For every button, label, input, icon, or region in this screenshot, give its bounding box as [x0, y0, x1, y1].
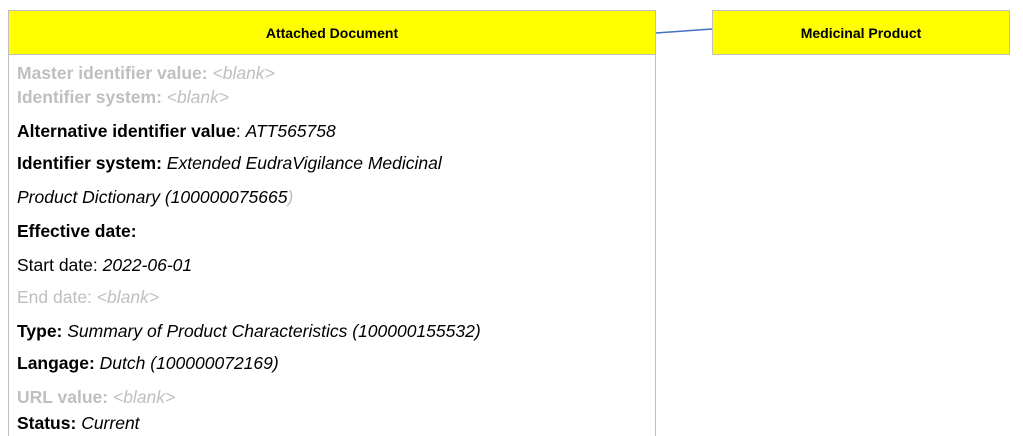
medicinal-product-title: Medicinal Product: [800, 24, 922, 41]
effective-date-label: Effective date:: [17, 221, 137, 241]
alternative-identifier-label: Alternative identifier value: [17, 121, 236, 141]
status-label: Status:: [17, 413, 77, 433]
master-identifier-value: <blank>: [212, 63, 275, 83]
language-value: Dutch (100000072169): [99, 353, 279, 373]
attached-document-header: Attached Document: [8, 10, 656, 55]
start-date-label: Start date:: [17, 255, 98, 275]
alt-identifier-system-line: Identifier system: Extended EudraVigilan…: [17, 151, 442, 175]
alt-identifier-system-continuation: Product Dictionary (100000075665): [17, 185, 293, 209]
attached-document-title: Attached Document: [265, 24, 399, 41]
medicinal-product-header: Medicinal Product: [712, 10, 1010, 55]
url-value-value: <blank>: [112, 387, 176, 407]
identifier-system-label: Identifier system:: [17, 87, 162, 107]
identifier-system-value: <blank>: [166, 87, 230, 107]
alt-identifier-system-value-continued: Product Dictionary (100000075665: [17, 187, 288, 207]
end-date-label: End date:: [17, 287, 92, 307]
master-identifier-label: Master identifier value:: [17, 63, 208, 83]
alt-identifier-system-trailing-paren: ): [287, 187, 294, 207]
alternative-identifier-separator: :: [235, 121, 241, 141]
alt-identifier-system-value: Extended EudraVigilance Medicinal: [166, 153, 442, 173]
status-line: Status: Current: [17, 411, 140, 435]
language-line: Langage: Dutch (100000072169): [17, 351, 279, 375]
alternative-identifier-line: Alternative identifier value: ATT565758: [17, 119, 336, 143]
alt-identifier-system-label: Identifier system:: [17, 153, 162, 173]
master-identifier-line: Master identifier value: <blank>: [17, 61, 275, 85]
url-value-line: URL value: <blank>: [17, 385, 175, 409]
end-date-value: <blank>: [96, 287, 160, 307]
type-label: Type:: [17, 321, 63, 341]
identifier-system-line: Identifier system: <blank>: [17, 85, 229, 109]
effective-date-line: Effective date:: [17, 219, 137, 243]
start-date-value: 2022-06-01: [102, 255, 193, 275]
attached-document-attributes: Master identifier value: <blank> Identif…: [8, 55, 656, 436]
connector-line: [655, 28, 713, 34]
url-value-label: URL value:: [17, 387, 109, 407]
type-value: Summary of Product Characteristics (1000…: [67, 321, 481, 341]
end-date-line: End date: <blank>: [17, 285, 159, 309]
start-date-line: Start date: 2022-06-01: [17, 253, 192, 277]
status-value: Current: [81, 413, 140, 433]
language-label: Langage:: [17, 353, 95, 373]
type-line: Type: Summary of Product Characteristics…: [17, 319, 481, 343]
alternative-identifier-value: ATT565758: [245, 121, 336, 141]
